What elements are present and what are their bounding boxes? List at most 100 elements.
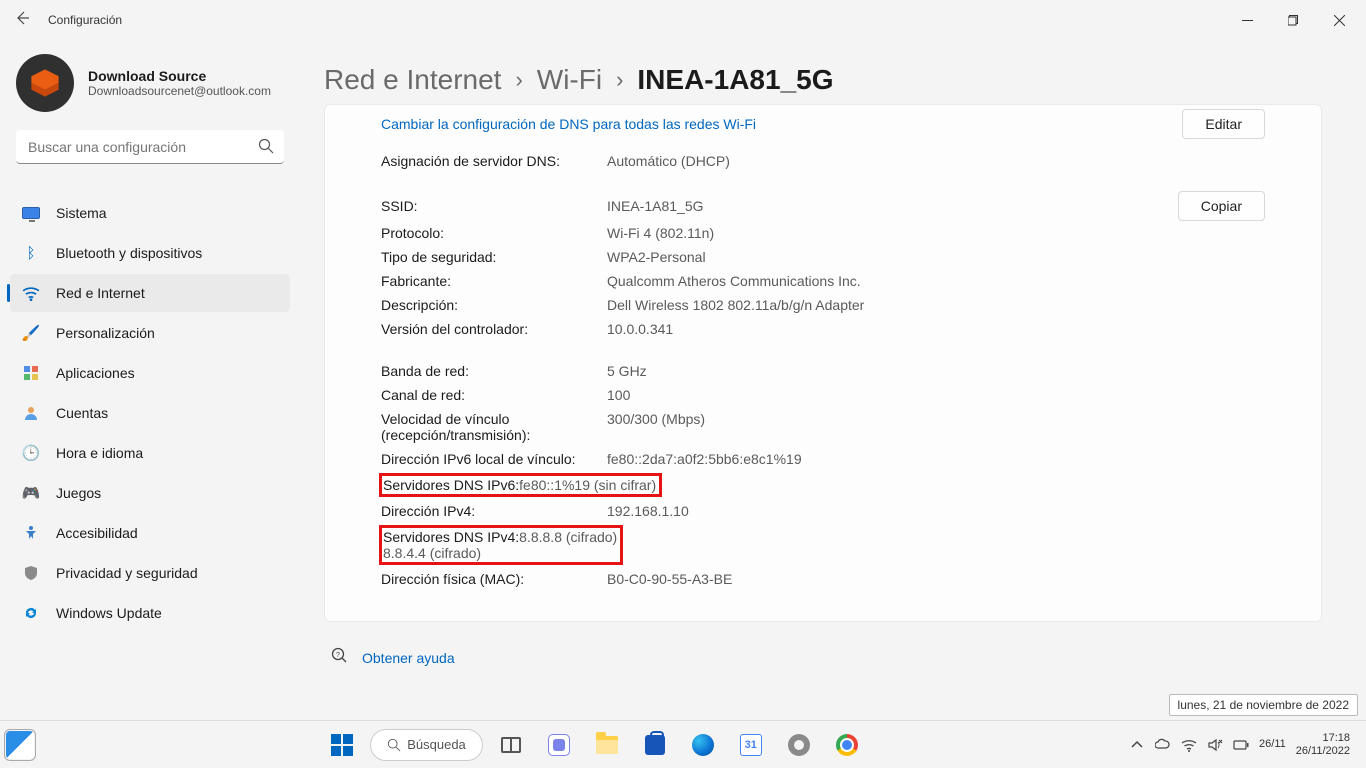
nav-item-cuentas[interactable]: Cuentas bbox=[10, 394, 290, 432]
start-button[interactable] bbox=[322, 725, 362, 765]
maximize-icon bbox=[1288, 15, 1299, 26]
profile-name: Download Source bbox=[88, 68, 271, 84]
copy-button[interactable]: Copiar bbox=[1178, 191, 1265, 221]
windows-icon bbox=[331, 734, 353, 756]
close-button[interactable] bbox=[1316, 4, 1362, 36]
prop-row: Dirección IPv6 local de vínculo:fe80::2d… bbox=[381, 447, 1265, 471]
date-tooltip: lunes, 21 de noviembre de 2022 bbox=[1169, 694, 1358, 716]
clock-secondary[interactable]: 26/11 bbox=[1259, 738, 1286, 751]
prop-value: 192.168.1.10 bbox=[607, 503, 1265, 519]
nav-icon bbox=[20, 524, 42, 542]
prop-label: Protocolo: bbox=[381, 225, 607, 241]
widgets-button[interactable] bbox=[6, 731, 34, 759]
prop-row: Canal de red:100 bbox=[381, 383, 1265, 407]
prop-label: Asignación de servidor DNS: bbox=[381, 153, 607, 169]
onedrive-icon bbox=[1155, 737, 1171, 753]
prop-value: 100 bbox=[607, 387, 1265, 403]
chat-button[interactable] bbox=[539, 725, 579, 765]
edit-button[interactable]: Editar bbox=[1182, 109, 1265, 139]
prop-value: Qualcomm Atheros Communications Inc. bbox=[607, 273, 1265, 289]
prop-value: 300/300 (Mbps) bbox=[607, 411, 1265, 443]
prop-row: Versión del controlador:10.0.0.341 bbox=[381, 317, 1265, 341]
prop-value: 5 GHz bbox=[607, 363, 1265, 379]
prop-value: B0-C0-90-55-A3-BE bbox=[607, 571, 1265, 587]
search-input[interactable] bbox=[16, 130, 284, 164]
network-card: Cambiar la configuración de DNS para tod… bbox=[324, 104, 1322, 622]
prop-label: Velocidad de vínculo (recepción/transmis… bbox=[381, 411, 607, 443]
prop-label: Dirección IPv4: bbox=[381, 503, 607, 519]
nav-item-sistema[interactable]: Sistema bbox=[10, 194, 290, 232]
taskbar: Búsqueda 31 26/11 17:18 26/11/2022 bbox=[0, 720, 1366, 768]
nav-item-windows-update[interactable]: Windows Update bbox=[10, 594, 290, 632]
nav-label: Windows Update bbox=[56, 605, 162, 621]
prop-label: SSID: bbox=[381, 198, 607, 214]
nav-item-bluetooth-y-dispositivos[interactable]: ᛒ Bluetooth y dispositivos bbox=[10, 234, 290, 272]
nav-label: Bluetooth y dispositivos bbox=[56, 245, 202, 261]
help[interactable]: ? Obtener ayuda bbox=[324, 622, 1322, 669]
prop-label: Canal de red: bbox=[381, 387, 607, 403]
wifi-icon bbox=[1181, 737, 1197, 753]
nav-item-hora-e-idioma[interactable]: 🕒Hora e idioma bbox=[10, 434, 290, 472]
close-icon bbox=[1334, 15, 1345, 26]
prop-value: INEA-1A81_5G bbox=[607, 198, 1178, 214]
edge-button[interactable] bbox=[683, 725, 723, 765]
svg-text:?: ? bbox=[336, 652, 340, 659]
nav-item-accesibilidad[interactable]: Accesibilidad bbox=[10, 514, 290, 552]
prop-label: Tipo de seguridad: bbox=[381, 249, 607, 265]
nav-icon bbox=[20, 564, 42, 582]
settings-button[interactable] bbox=[779, 725, 819, 765]
maximize-button[interactable] bbox=[1270, 4, 1316, 36]
prop-value: fe80::2da7:a0f2:5bb6:e8c1%19 bbox=[607, 451, 1265, 467]
nav-item-juegos[interactable]: 🎮Juegos bbox=[10, 474, 290, 512]
prop-row: Servidores DNS IPv6:fe80::1%19 (sin cifr… bbox=[381, 471, 1265, 499]
nav-icon: 🖌️ bbox=[20, 324, 42, 342]
system-tray[interactable] bbox=[1129, 737, 1249, 753]
nav-icon: ᛒ bbox=[20, 244, 42, 262]
chevron-right-icon: › bbox=[616, 67, 623, 93]
profile[interactable]: Download Source Downloadsourcenet@outloo… bbox=[0, 54, 300, 130]
prop-row: Dirección IPv4:192.168.1.10 bbox=[381, 499, 1265, 523]
nav-label: Personalización bbox=[56, 325, 155, 341]
nav-icon: 🎮 bbox=[20, 484, 42, 502]
nav-label: Accesibilidad bbox=[56, 525, 138, 541]
minimize-button[interactable] bbox=[1224, 4, 1270, 36]
change-dns-link[interactable]: Cambiar la configuración de DNS para tod… bbox=[381, 116, 756, 132]
breadcrumb: Red e Internet › Wi-Fi › INEA-1A81_5G bbox=[324, 64, 1322, 96]
chevron-up-icon bbox=[1129, 737, 1145, 753]
chevron-right-icon: › bbox=[515, 67, 522, 93]
calendar-button[interactable]: 31 bbox=[731, 725, 771, 765]
edge-icon bbox=[692, 734, 714, 756]
task-view-button[interactable] bbox=[491, 725, 531, 765]
prop-row: Descripción:Dell Wireless 1802 802.11a/b… bbox=[381, 293, 1265, 317]
help-link[interactable]: Obtener ayuda bbox=[362, 650, 455, 666]
prop-row: Tipo de seguridad:WPA2-Personal bbox=[381, 245, 1265, 269]
back-button[interactable] bbox=[4, 10, 40, 31]
prop-label: Banda de red: bbox=[381, 363, 607, 379]
nav-item-aplicaciones[interactable]: Aplicaciones bbox=[10, 354, 290, 392]
volume-icon bbox=[1207, 737, 1223, 753]
search-box[interactable] bbox=[16, 130, 284, 164]
nav-item-privacidad-y-seguridad[interactable]: Privacidad y seguridad bbox=[10, 554, 290, 592]
clock[interactable]: 17:18 26/11/2022 bbox=[1296, 732, 1356, 758]
nav-icon bbox=[20, 364, 42, 382]
breadcrumb-wifi[interactable]: Wi-Fi bbox=[537, 64, 602, 96]
prop-value: 10.0.0.341 bbox=[607, 321, 1265, 337]
prop-label: Fabricante: bbox=[381, 273, 607, 289]
prop-row: SSID:INEA-1A81_5G bbox=[381, 194, 1178, 218]
store-button[interactable] bbox=[635, 725, 675, 765]
nav-icon bbox=[20, 284, 42, 302]
profile-email: Downloadsourcenet@outlook.com bbox=[88, 84, 271, 98]
nav-item-red-e-internet[interactable]: Red e Internet bbox=[10, 274, 290, 312]
chrome-button[interactable] bbox=[827, 725, 867, 765]
prop-label: Descripción: bbox=[381, 297, 607, 313]
taskbar-search[interactable]: Búsqueda bbox=[370, 729, 483, 761]
help-icon: ? bbox=[330, 646, 348, 669]
prop-value: fe80::1%19 (sin cifrar) bbox=[519, 477, 656, 493]
prop-row: Dirección física (MAC):B0-C0-90-55-A3-BE bbox=[381, 567, 1265, 591]
breadcrumb-network[interactable]: Red e Internet bbox=[324, 64, 501, 96]
explorer-button[interactable] bbox=[587, 725, 627, 765]
nav-item-personalizaci-n[interactable]: 🖌️ Personalización bbox=[10, 314, 290, 352]
prop-label: Dirección física (MAC): bbox=[381, 571, 607, 587]
chrome-icon bbox=[836, 734, 858, 756]
nav-label: Cuentas bbox=[56, 405, 108, 421]
